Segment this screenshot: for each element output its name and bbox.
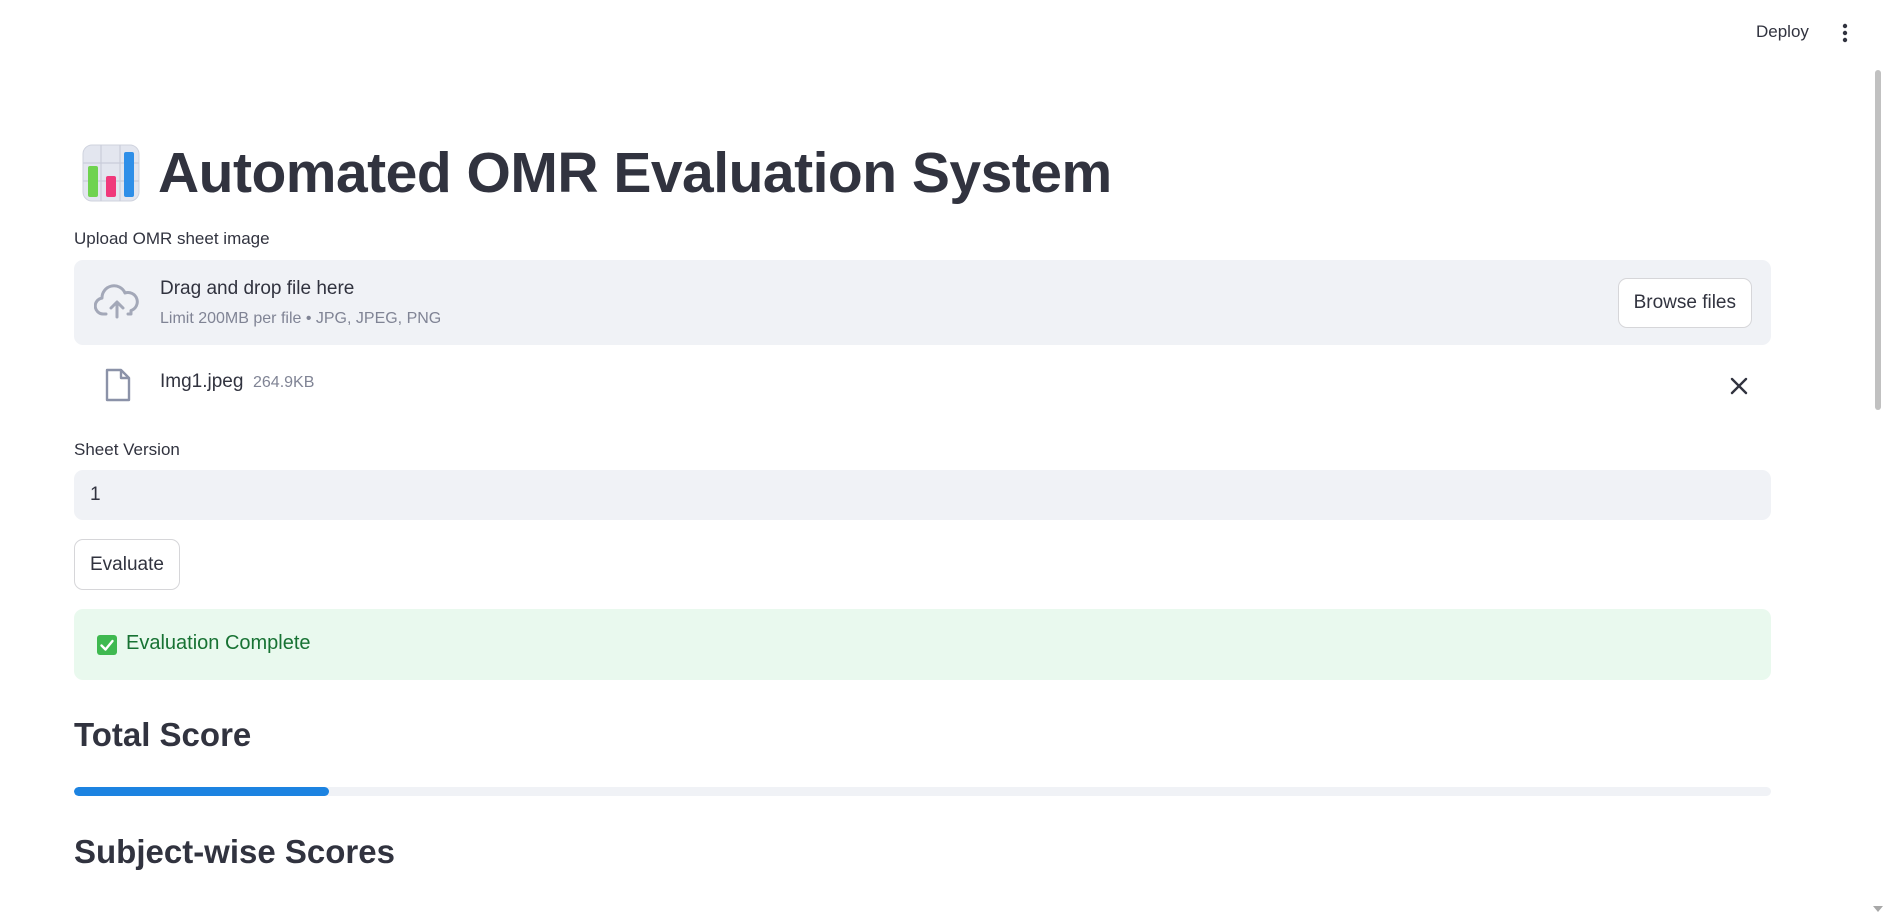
- dropzone-limit-hint: Limit 200MB per file • JPG, JPEG, PNG: [160, 310, 442, 327]
- success-message: Evaluation Complete: [126, 632, 311, 654]
- close-icon[interactable]: [1726, 373, 1752, 399]
- file-icon: [105, 368, 131, 402]
- bar-chart-emoji-icon: [82, 144, 140, 202]
- success-alert: Evaluation Complete: [74, 609, 1771, 680]
- dropzone-instructions: Drag and drop file here: [160, 278, 355, 299]
- evaluate-button[interactable]: Evaluate: [74, 539, 180, 590]
- top-bar: Deploy: [0, 0, 1884, 64]
- upload-label: Upload OMR sheet image: [74, 229, 270, 248]
- total-score-heading: Total Score: [74, 716, 252, 753]
- vertical-ellipsis-icon: [1842, 23, 1848, 43]
- uploaded-file-name: Img1.jpeg: [160, 371, 244, 392]
- page-title: Automated OMR Evaluation System: [158, 141, 1112, 205]
- browse-files-button[interactable]: Browse files: [1617, 278, 1752, 328]
- page-scrollbar[interactable]: [1872, 64, 1884, 916]
- total-score-progress-fill: [74, 787, 329, 796]
- main-menu-button[interactable]: [1830, 18, 1860, 48]
- scrollbar-thumb[interactable]: [1875, 70, 1881, 410]
- sheet-version-label: Sheet Version: [74, 440, 180, 459]
- page-header: Automated OMR Evaluation System: [74, 138, 1112, 208]
- subject-scores-heading: Subject-wise Scores: [74, 833, 395, 870]
- sheet-version-input[interactable]: [74, 470, 1771, 520]
- check-box-icon: [97, 635, 117, 655]
- cloud-upload-icon: [94, 284, 139, 319]
- file-dropzone[interactable]: Drag and drop file here Limit 200MB per …: [74, 260, 1771, 345]
- uploaded-file-item: Img1.jpeg 264.9KB: [74, 364, 1771, 408]
- uploaded-file-size: 264.9KB: [253, 374, 315, 391]
- total-score-progress-bar: [74, 787, 1771, 796]
- scroll-down-arrow-icon[interactable]: [1873, 906, 1883, 912]
- deploy-button[interactable]: Deploy: [1750, 19, 1815, 45]
